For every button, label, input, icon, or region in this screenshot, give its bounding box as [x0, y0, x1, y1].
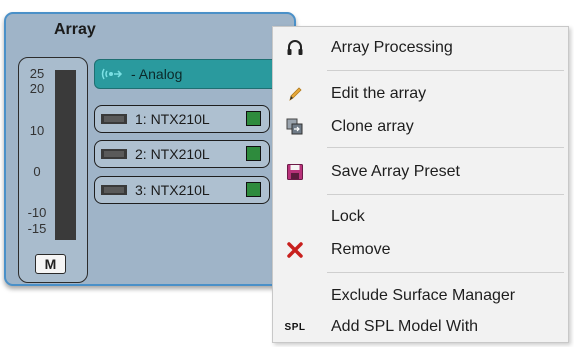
speaker-label: 3: NTX210L: [135, 182, 210, 198]
analog-input-icon: [101, 67, 123, 81]
panel-title: Array: [54, 21, 96, 38]
clone-icon: [285, 117, 305, 137]
meter-tick: 25: [29, 66, 45, 81]
meter-tick: -10: [27, 205, 47, 220]
menu-item-label: Array Processing: [331, 39, 453, 56]
menu-item-label: Clone array: [331, 118, 414, 135]
speaker-status-indicator: [246, 182, 261, 197]
menu-separator: [327, 272, 564, 273]
menu-item-label: Add SPL Model With: [331, 318, 479, 335]
headphones-icon: [285, 38, 305, 58]
menu-separator: [327, 70, 564, 71]
speaker-icon: [101, 184, 127, 196]
menu-separator: [327, 147, 564, 148]
menu-item-label: Edit the array: [331, 85, 427, 102]
spl-icon: SPL: [285, 317, 305, 337]
speaker-item[interactable]: 1: NTX210L: [94, 105, 270, 133]
meter-bar: [55, 70, 76, 240]
menu-item-label: Lock: [331, 208, 365, 225]
speaker-item[interactable]: 2: NTX210L: [94, 140, 270, 168]
array-panel[interactable]: Array 25 20 10 0 -10 -15 M - Analog 1: N…: [4, 12, 300, 286]
context-menu: Array Processing Edit the array Clone ar…: [272, 26, 569, 343]
speaker-status-indicator: [246, 146, 261, 161]
menu-item-remove[interactable]: Remove: [273, 237, 568, 263]
menu-item-edit-array[interactable]: Edit the array: [273, 81, 568, 107]
menu-item-save-array-preset[interactable]: Save Array Preset: [273, 159, 568, 185]
input-source[interactable]: - Analog: [94, 59, 300, 89]
menu-item-add-spl-model[interactable]: SPL Add SPL Model With: [273, 314, 568, 340]
mute-button[interactable]: M: [35, 254, 66, 274]
menu-separator: [327, 194, 564, 195]
speaker-label: 2: NTX210L: [135, 146, 210, 162]
pencil-icon: [285, 84, 305, 104]
menu-item-lock[interactable]: Lock: [273, 204, 568, 230]
menu-item-label: Exclude Surface Manager: [331, 287, 516, 304]
speaker-status-indicator: [246, 111, 261, 126]
menu-item-exclude-surface-manager[interactable]: Exclude Surface Manager: [273, 283, 568, 309]
meter-tick: 20: [29, 81, 45, 96]
speaker-icon: [101, 113, 127, 125]
speaker-item[interactable]: 3: NTX210L: [94, 176, 270, 204]
meter-tick: 10: [29, 123, 45, 138]
speaker-label: 1: NTX210L: [135, 111, 210, 127]
speaker-icon: [101, 148, 127, 160]
menu-item-array-processing[interactable]: Array Processing: [273, 35, 568, 61]
input-label: - Analog: [131, 66, 183, 82]
meter-tick: -15: [27, 221, 47, 236]
save-icon: [285, 162, 305, 182]
menu-item-label: Save Array Preset: [331, 163, 460, 180]
remove-icon: [285, 240, 305, 260]
level-meter: 25 20 10 0 -10 -15 M: [18, 57, 88, 283]
menu-item-clone-array[interactable]: Clone array: [273, 114, 568, 140]
meter-tick: 0: [33, 164, 41, 179]
menu-item-label: Remove: [331, 241, 391, 258]
spl-icon-text: SPL: [284, 321, 306, 333]
